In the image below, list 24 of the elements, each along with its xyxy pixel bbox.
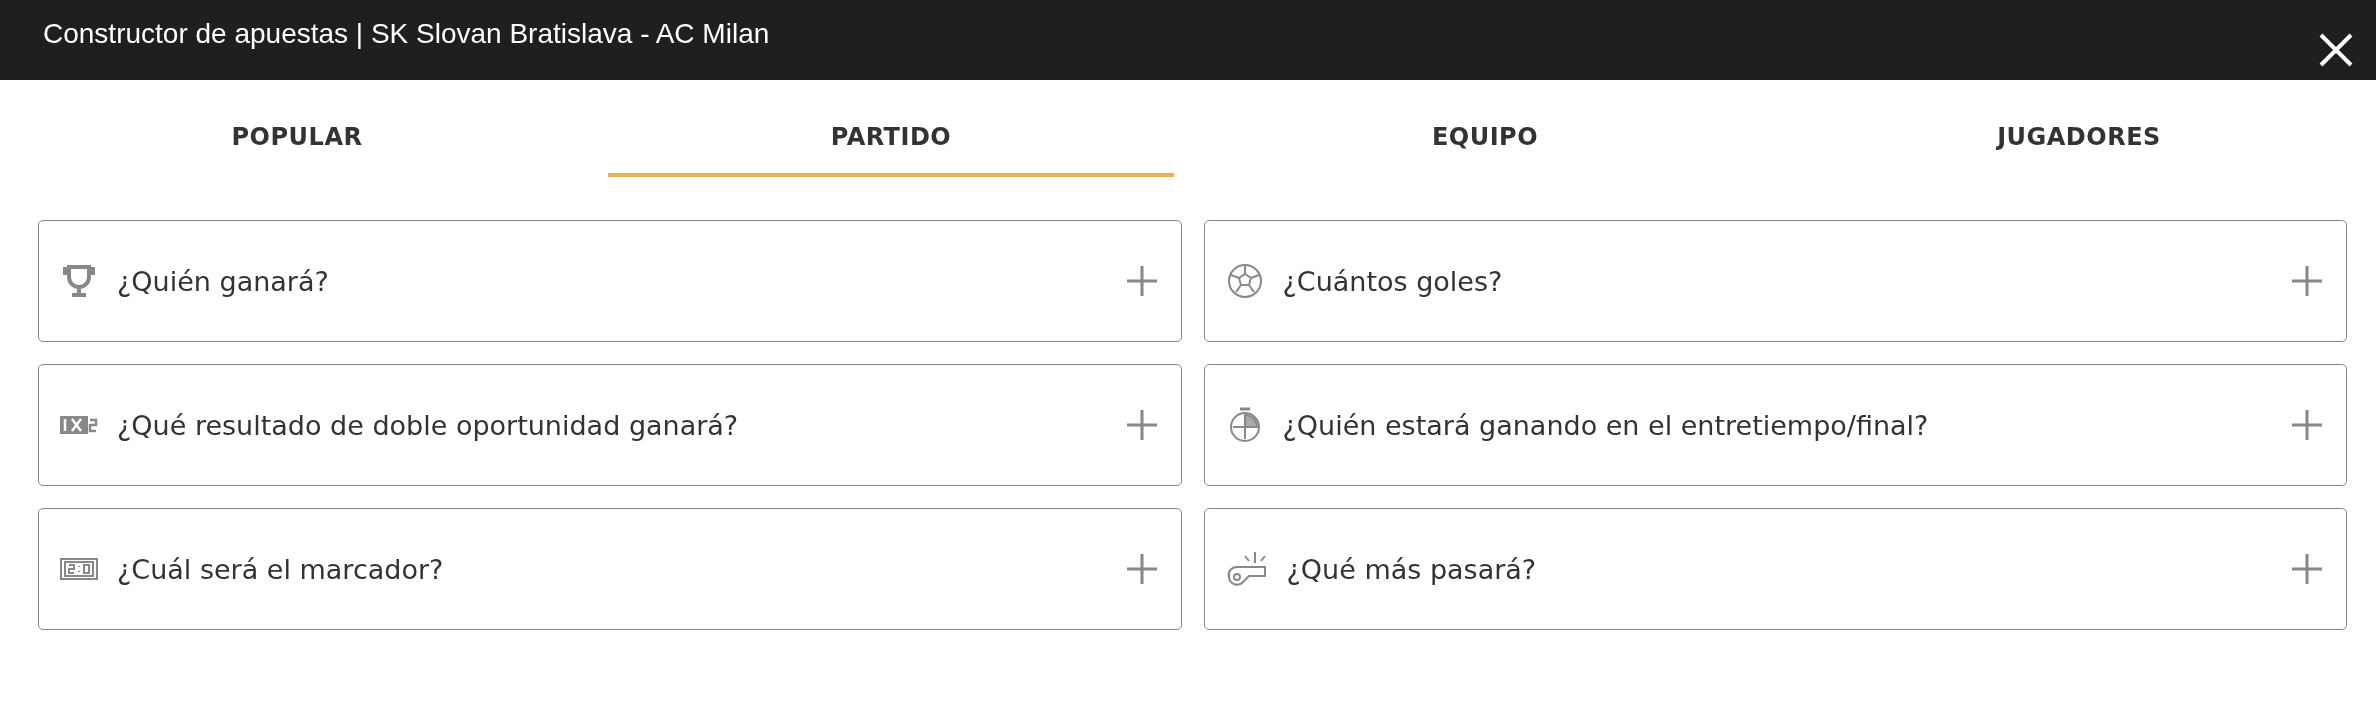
- market-card[interactable]: ¿Quién ganará?: [38, 220, 1182, 342]
- market-card[interactable]: ¿Qué resultado de doble oportunidad ganará?: [38, 364, 1182, 486]
- tab[interactable]: JUGADORES: [1782, 80, 2376, 177]
- add-button[interactable]: [2290, 408, 2324, 442]
- market-label: ¿Quién estará ganando en el entretiempo/final?: [1282, 409, 1930, 441]
- market-card[interactable]: ¿Quién estará ganando en el entretiempo/final?: [1203, 364, 2347, 486]
- tab[interactable]: POPULAR: [0, 80, 594, 177]
- market-label: ¿Qué resultado de doble oportunidad ganará?: [117, 409, 740, 441]
- add-button[interactable]: [1124, 408, 1159, 442]
- close-button[interactable]: [2318, 32, 2354, 68]
- market-label: ¿Cuál será el marcador?: [117, 553, 445, 585]
- market-card[interactable]: ¿Cuál será el marcador?: [38, 508, 1182, 630]
- tab[interactable]: EQUIPO: [1188, 80, 1782, 177]
- market-label: ¿Cuántos goles?: [1282, 265, 1504, 297]
- add-button[interactable]: [2290, 264, 2324, 298]
- add-button[interactable]: [1124, 264, 1159, 298]
- add-button[interactable]: [2290, 552, 2324, 586]
- window-title: Constructor de apuestas | SK Slovan Bratislava - AC Milan: [43, 18, 770, 50]
- market-card[interactable]: ¿Cuántos goles?: [1203, 220, 2347, 342]
- market-label: ¿Quién ganará?: [117, 265, 330, 297]
- add-button[interactable]: [1124, 552, 1159, 586]
- market-card[interactable]: ¿Qué más pasará?: [1203, 508, 2347, 630]
- market-label: ¿Qué más pasará?: [1286, 553, 1538, 585]
- tab[interactable]: PARTIDO: [608, 80, 1174, 177]
